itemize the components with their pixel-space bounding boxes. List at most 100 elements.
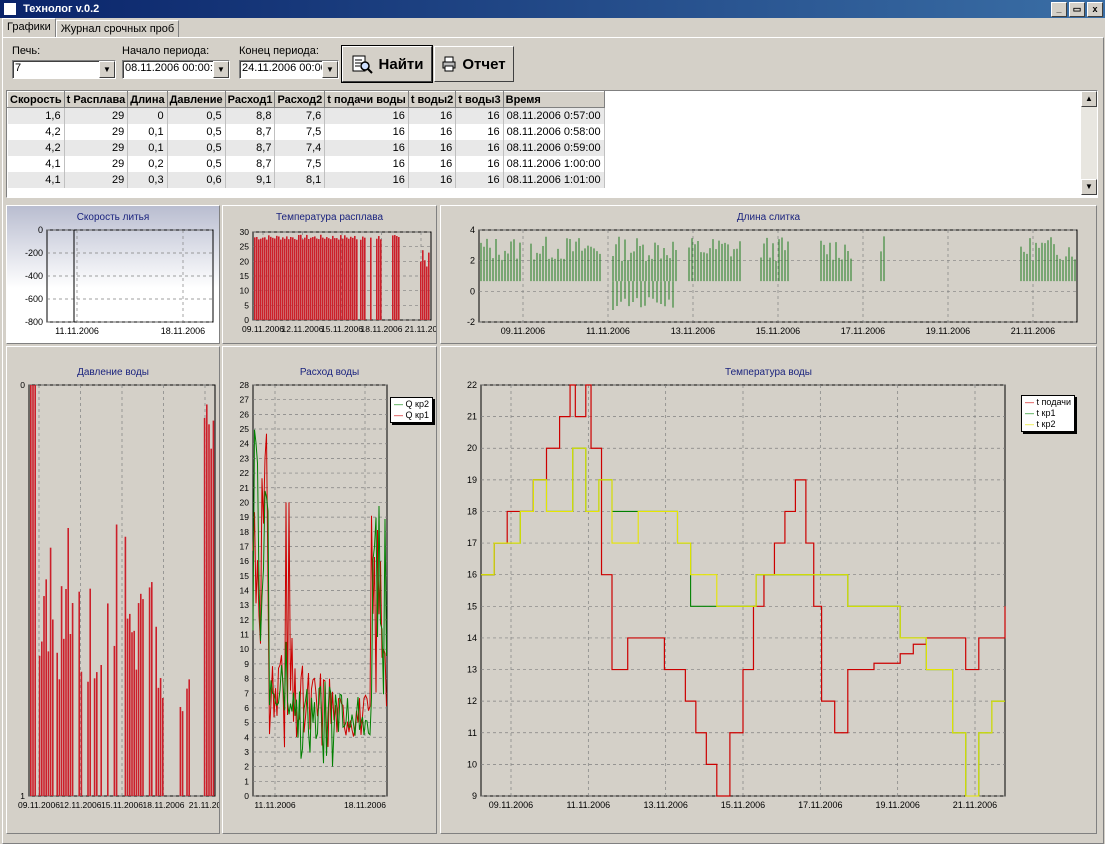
y-tick-label: 22 <box>240 468 250 478</box>
bar <box>115 524 118 796</box>
table-cell: 4,1 <box>7 156 65 172</box>
table-cell: 8,7 <box>225 124 276 140</box>
x-tick-label: 19.11.2006 <box>926 326 970 336</box>
vertical-scrollbar[interactable]: ▲ ▼ <box>1081 91 1097 195</box>
table-cell: 08.11.2006 0:59:00 <box>503 140 605 156</box>
bar <box>360 239 362 320</box>
y-tick-label: 21 <box>467 412 477 422</box>
bar <box>179 706 182 796</box>
minimize-button[interactable]: _ <box>1051 2 1067 17</box>
table-cell: 16 <box>324 124 409 140</box>
bar <box>392 235 394 320</box>
length-chart-panel: Длина слитка 4 2 0 -2 09.11.2006 11.11.2006 13… <box>440 205 1097 344</box>
bar <box>280 239 282 320</box>
title-bar: Технолог v.0.2 _ ▭ x <box>0 0 1105 18</box>
table-cell: 0,1 <box>127 140 168 156</box>
x-tick-label: 13.11.2006 <box>671 326 715 336</box>
tab-urgent-samples-log[interactable]: Журнал срочных проб <box>55 20 180 38</box>
bar <box>49 547 52 796</box>
table-cell: 0,3 <box>127 172 168 188</box>
chevron-down-icon[interactable]: ▼ <box>322 61 338 78</box>
end-period-picker[interactable]: 24.11.2006 00:00:00 ▼ <box>239 60 339 79</box>
bar <box>58 679 61 796</box>
column-header[interactable]: t Расплава <box>63 91 129 108</box>
bar <box>148 587 151 796</box>
column-header[interactable]: Время <box>502 91 605 108</box>
x-tick-label: 15.11.2006 <box>321 324 363 334</box>
window-controls: _ ▭ x <box>1051 2 1103 17</box>
restore-button[interactable]: ▭ <box>1069 2 1085 17</box>
y-tick-label: 10 <box>467 759 477 769</box>
column-header[interactable]: Давление <box>166 91 226 108</box>
table-cell: 16 <box>324 156 409 172</box>
report-button[interactable]: Отчет <box>434 46 514 82</box>
bar <box>356 239 358 320</box>
bar <box>71 603 74 796</box>
table-row[interactable]: 1,6 29 0 0,5 8,8 7,6 16 16 16 08.11.2006 0:57:00 <box>7 107 605 124</box>
bar <box>364 237 366 320</box>
x-tick-label: 17.11.2006 <box>798 800 842 810</box>
bar <box>294 239 296 320</box>
bar <box>284 238 286 320</box>
y-tick-label: 20 <box>240 256 250 266</box>
x-tick-label: 09.11.2006 <box>242 324 284 334</box>
column-header[interactable]: Расход1 <box>224 91 276 108</box>
column-header[interactable]: t воды2 <box>407 91 457 108</box>
flow-chart-panel: Расход воды 0 1 2 3 4 5 6 7 8 9 10 11 12 13 14 15 16 17 18… <box>222 346 437 834</box>
bar <box>258 239 260 320</box>
y-tick-label: 15 <box>240 271 250 281</box>
table-cell: 16 <box>455 124 504 140</box>
y-tick-label: 20 <box>467 443 477 453</box>
data-grid[interactable]: Скорость t Расплава Длина Давление Расход1 Ра… <box>6 90 1098 198</box>
y-tick-label: 4 <box>244 732 249 742</box>
table-row[interactable]: 4,1 29 0,3 0,6 9,1 8,1 16 16 16 08.11.2006 1:01:0… <box>7 172 605 188</box>
bar <box>162 697 164 796</box>
table-row[interactable]: 4,2 29 0,1 0,5 8,7 7,4 16 16 16 08.11.2006 0:59:0… <box>7 140 605 156</box>
x-tick-label: 12.11.2006 <box>282 324 324 334</box>
column-header[interactable]: t воды3 <box>455 91 504 108</box>
table-cell: 1,6 <box>7 107 65 124</box>
x-tick-label: 09.11.2006 <box>18 800 60 810</box>
table-cell: 08.11.2006 1:01:00 <box>503 172 605 188</box>
chevron-down-icon[interactable]: ▼ <box>213 61 229 78</box>
furnace-value: 7 <box>15 62 22 74</box>
bar <box>286 236 288 320</box>
table-cell: 29 <box>64 140 129 156</box>
scroll-up-icon[interactable]: ▲ <box>1081 91 1097 107</box>
bar <box>56 652 58 796</box>
column-header[interactable]: Длина <box>127 91 168 108</box>
y-tick-label: 0 <box>244 791 249 801</box>
bar <box>334 238 336 320</box>
y-tick-label: 4 <box>470 225 475 235</box>
y-tick-label: 14 <box>467 633 477 643</box>
bar <box>157 687 160 796</box>
y-tick-label: 0 <box>38 225 43 235</box>
tab-charts[interactable]: Графики <box>2 18 56 37</box>
bar <box>78 591 80 796</box>
bar <box>396 236 398 320</box>
column-header[interactable]: Скорость <box>7 91 65 108</box>
bar <box>306 234 308 320</box>
column-header[interactable]: t подачи воды <box>324 91 409 108</box>
start-period-picker[interactable]: 08.11.2006 00:00:00 ▼ <box>122 60 230 79</box>
bar <box>310 237 312 320</box>
close-button[interactable]: x <box>1087 2 1103 17</box>
find-button[interactable]: Найти <box>342 46 432 82</box>
table-cell: 4,2 <box>7 124 65 140</box>
column-header[interactable]: Расход2 <box>274 91 326 108</box>
printer-icon <box>442 56 456 72</box>
bar <box>324 238 326 320</box>
table-row[interactable]: 4,1 29 0,2 0,5 8,7 7,5 16 16 16 08.11.2006 1:00:0… <box>7 156 605 172</box>
bar <box>159 678 162 796</box>
y-tick-label: 17 <box>467 538 477 548</box>
furnace-select[interactable]: 7 ▼ <box>12 60 116 79</box>
chevron-down-icon[interactable]: ▼ <box>99 61 115 78</box>
y-tick-label: 14 <box>240 586 250 596</box>
bar <box>398 237 400 320</box>
y-tick-label: 13 <box>467 665 477 675</box>
bar <box>272 237 274 320</box>
table-cell: 16 <box>324 107 409 124</box>
table-cell: 4,2 <box>7 140 65 156</box>
scroll-down-icon[interactable]: ▼ <box>1081 179 1097 195</box>
table-row[interactable]: 4,2 29 0,1 0,5 8,7 7,5 16 16 16 08.11.2006 0:58:0… <box>7 124 605 140</box>
